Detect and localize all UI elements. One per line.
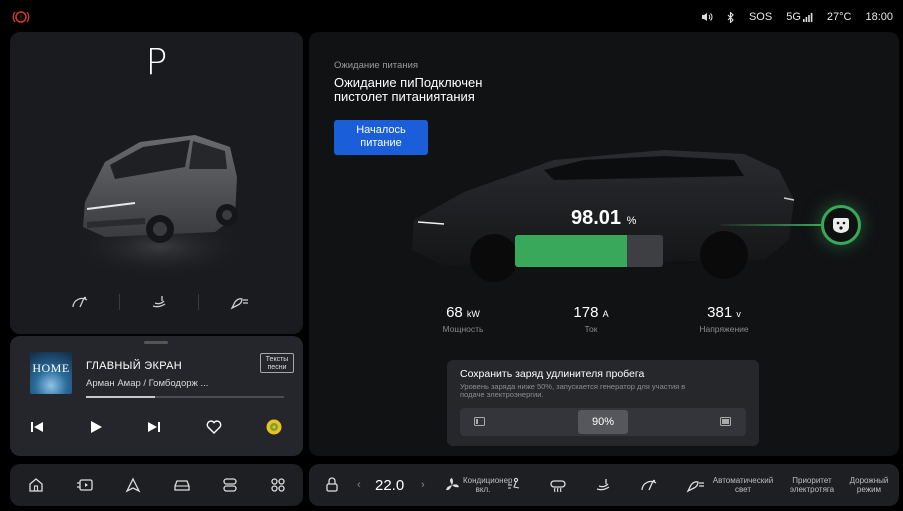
- range-extender-description: Уровень заряда ниже 50%, запускается ген…: [460, 382, 686, 399]
- app-dock: [10, 464, 303, 506]
- auto-light-label: Автоматический свет: [712, 476, 774, 494]
- drag-handle[interactable]: [144, 341, 168, 344]
- track-artist: Арман Амар / Гомбодорж ...: [86, 378, 209, 389]
- charging-plug-icon: [821, 205, 861, 245]
- current-unit: A: [602, 309, 609, 319]
- battery-value: 98.01: [571, 207, 622, 229]
- voltage-unit: v: [736, 309, 741, 319]
- voltage-stat: 381 v Напряжение: [679, 304, 769, 334]
- charging-cable: [721, 224, 821, 226]
- power-value: 68: [446, 304, 463, 321]
- power-stat: 68 kW Мощность: [423, 304, 503, 334]
- car-icon[interactable]: [173, 477, 191, 493]
- airflow-icon: [508, 477, 520, 489]
- album-art[interactable]: HOME: [30, 352, 72, 394]
- range-extender-title: Сохранить заряд удлинителя пробега: [460, 368, 645, 380]
- auto-light-button[interactable]: Автоматический свет: [685, 464, 779, 506]
- track-title: ГЛАВНЫЙ ЭКРАН: [86, 360, 182, 372]
- current-stat: 178 A Ток: [551, 304, 631, 334]
- range-extender-card: Сохранить заряд удлинителя пробега Урове…: [447, 360, 759, 446]
- battery-level-bar: [515, 235, 663, 267]
- battery-full-icon: [720, 417, 732, 426]
- battery-level-fill: [515, 235, 628, 267]
- range-extender-value[interactable]: 90%: [578, 410, 628, 434]
- temperature-setting: 22.0: [375, 464, 404, 506]
- clock: 18:00: [865, 11, 893, 23]
- track-progress-fill: [86, 396, 156, 398]
- media-player: HOME ГЛАВНЫЙ ЭКРАН Арман Амар / Гомбодор…: [10, 336, 303, 456]
- drive-mode-label: Дорожный режим: [849, 476, 889, 494]
- fan-icon: [446, 478, 459, 491]
- network-label: 5G: [786, 11, 801, 23]
- drive-mode-button[interactable]: Дорожный режим: [845, 464, 893, 506]
- navigation-icon[interactable]: [125, 477, 141, 493]
- seat-lock-icon[interactable]: [325, 464, 339, 506]
- apps-grid-icon[interactable]: [270, 477, 286, 493]
- battery-low-icon: [474, 417, 486, 426]
- vehicle-image[interactable]: [65, 107, 255, 287]
- wiper-control-icon[interactable]: [639, 464, 659, 506]
- voltage-value: 381: [707, 304, 733, 321]
- music-app-icon[interactable]: [266, 419, 282, 435]
- power-label: Мощность: [442, 324, 484, 334]
- track-progress[interactable]: [86, 396, 284, 398]
- heart-icon[interactable]: [206, 420, 222, 434]
- battery-unit: %: [626, 215, 637, 227]
- parking-brake-icon: !: [12, 9, 30, 25]
- ev-priority-label: Приоритет электротяга: [789, 476, 835, 494]
- svg-text:!: !: [20, 15, 22, 22]
- outside-temperature: 27°C: [826, 11, 852, 23]
- power-unit: kW: [466, 309, 480, 319]
- current-label: Ток: [584, 324, 598, 334]
- climate-bar: ‹ 22.0 › Кондиционер вкл. Автоматический…: [309, 464, 899, 506]
- network-indicator: 5G: [786, 11, 813, 23]
- sos-label[interactable]: SOS: [749, 11, 772, 23]
- status-bar: ! SOS 5G 27°C 18:00: [0, 0, 903, 34]
- hvac-icon[interactable]: [222, 477, 238, 493]
- charging-panel: Ожидание питания Ожидание пиПодключен пи…: [309, 32, 899, 456]
- ev-priority-button[interactable]: Приоритет электротяга: [783, 464, 841, 506]
- charging-status-message: Ожидание пиПодключен пистолет питаниятан…: [334, 75, 483, 104]
- seat-icon[interactable]: [149, 294, 169, 310]
- vehicle-panel: P: [10, 32, 303, 334]
- previous-icon[interactable]: [30, 420, 44, 434]
- seat-heating-icon[interactable]: [593, 464, 613, 506]
- signal-icon: [802, 12, 813, 22]
- range-extender-slider[interactable]: 90%: [460, 408, 746, 436]
- chevron-right-icon: ›: [421, 479, 425, 491]
- ac-button[interactable]: Кондиционер вкл.: [444, 464, 522, 506]
- play-icon[interactable]: [89, 420, 103, 434]
- rear-defrost-icon[interactable]: [549, 464, 567, 506]
- divider: [198, 294, 199, 310]
- lyrics-button[interactable]: Тексты песни: [260, 353, 294, 373]
- headlight-auto-icon: [686, 481, 704, 493]
- voltage-label: Напряжение: [699, 324, 749, 334]
- album-art-text: HOME: [32, 361, 70, 375]
- battery-percentage: 98.01 %: [571, 207, 636, 230]
- headlight-icon[interactable]: [228, 294, 250, 310]
- gear-indicator: P: [145, 42, 168, 83]
- next-icon[interactable]: [147, 420, 161, 434]
- chevron-left-icon: ‹: [357, 479, 361, 491]
- divider: [119, 294, 120, 310]
- ac-label: Кондиционер вкл.: [463, 476, 513, 494]
- wiper-icon[interactable]: [70, 294, 90, 310]
- charging-status-label: Ожидание питания: [334, 60, 419, 71]
- volume-icon[interactable]: [701, 12, 713, 22]
- current-value: 178: [573, 304, 599, 321]
- home-icon[interactable]: [28, 477, 44, 493]
- temp-decrease-button[interactable]: ‹: [357, 464, 361, 506]
- media-icon[interactable]: [76, 477, 94, 493]
- temp-increase-button[interactable]: ›: [421, 464, 425, 506]
- bluetooth-icon[interactable]: [727, 11, 735, 23]
- temperature-value: 22.0: [375, 476, 405, 494]
